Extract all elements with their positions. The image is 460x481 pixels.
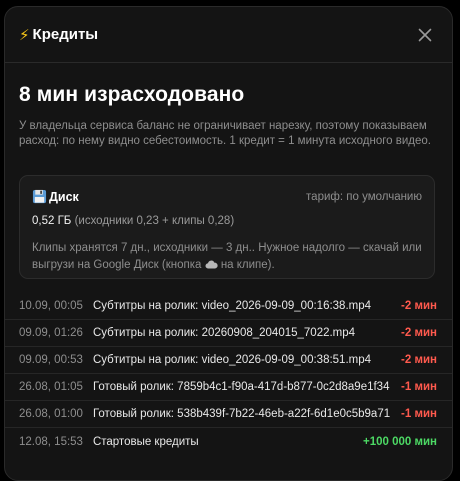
credits-dialog: ⚡ Кредиты 8 мин израсходовано У владельц… <box>4 6 453 481</box>
transaction-date: 12.08, 15:53 <box>19 435 83 448</box>
floppy-disk-icon <box>32 189 47 204</box>
disk-card: Диск тариф: по умолчанию 0,52 ГБ (исходн… <box>19 175 435 279</box>
transaction-date: 10.09, 00:05 <box>19 300 83 312</box>
transaction-amount: -1 мин <box>401 408 437 420</box>
close-icon <box>418 28 432 41</box>
dialog-title: Кредиты <box>32 26 99 43</box>
transaction-label: Субтитры на ролик: video_2026-09-09_00:1… <box>92 300 372 312</box>
transaction-label: Субтитры на ролик: video_2026-09-09_00:3… <box>92 354 372 366</box>
transaction-row: 12.08, 15:53 Стартовые кредиты +100 000 … <box>5 428 452 455</box>
disk-usage-breakdown: (исходники 0,23 + клипы 0,28) <box>74 215 235 227</box>
transaction-label: Готовый ролик: 538b439f-7b22-46eb-a22f-6… <box>92 408 391 420</box>
transaction-amount: -1 мин <box>401 381 437 393</box>
dialog-header: ⚡ Кредиты <box>5 7 452 63</box>
transaction-row: 26.08, 01:05 Готовый ролик: 7859b4c1-f90… <box>5 374 452 401</box>
transaction-list: 10.09, 00:05 Субтитры на ролик: video_20… <box>5 293 452 455</box>
transaction-row: 09.09, 01:26 Субтитры на ролик: 20260908… <box>5 320 452 347</box>
transaction-label: Субтитры на ролик: 20260908_204015_7022.… <box>92 327 356 339</box>
transaction-amount: -2 мин <box>401 300 437 312</box>
tariff-label: тариф: по умолчанию <box>306 190 422 203</box>
transaction-amount: -2 мин <box>401 327 437 339</box>
close-button[interactable] <box>414 24 436 46</box>
disk-title: Диск <box>32 189 79 204</box>
transaction-label: Стартовые кредиты <box>92 435 199 448</box>
transaction-row: 09.09, 00:53 Субтитры на ролик: video_20… <box>5 347 452 374</box>
storage-note: Клипы хранятся 7 дн., исходники — 3 дн..… <box>32 240 427 273</box>
usage-description: У владельца сервиса баланс не ограничива… <box>19 120 431 147</box>
transaction-amount: +100 000 мин <box>362 435 437 448</box>
storage-note-text-end: на клипе). <box>220 258 275 271</box>
disk-usage: 0,52 ГБ (исходники 0,23 + клипы 0,28) <box>32 215 234 227</box>
cloud-icon <box>205 259 221 271</box>
transaction-date: 26.08, 01:00 <box>19 408 83 420</box>
transaction-row: 10.09, 00:05 Субтитры на ролик: video_20… <box>5 293 452 320</box>
transaction-amount: -2 мин <box>401 354 437 366</box>
usage-headline: 8 мин израсходовано <box>19 83 245 106</box>
lightning-icon: ⚡ <box>19 26 30 44</box>
transaction-label: Готовый ролик: 7859b4c1-f90a-417d-b877-0… <box>92 381 390 393</box>
disk-card-header: Диск тариф: по умолчанию <box>32 189 422 204</box>
transaction-date: 09.09, 00:53 <box>19 354 83 366</box>
transaction-date: 26.08, 01:05 <box>19 381 83 393</box>
transaction-date: 09.09, 01:26 <box>19 327 83 339</box>
transaction-row: 26.08, 01:00 Готовый ролик: 538b439f-7b2… <box>5 401 452 428</box>
disk-title-label: Диск <box>49 189 79 204</box>
disk-used-value: 0,52 ГБ <box>32 215 72 227</box>
